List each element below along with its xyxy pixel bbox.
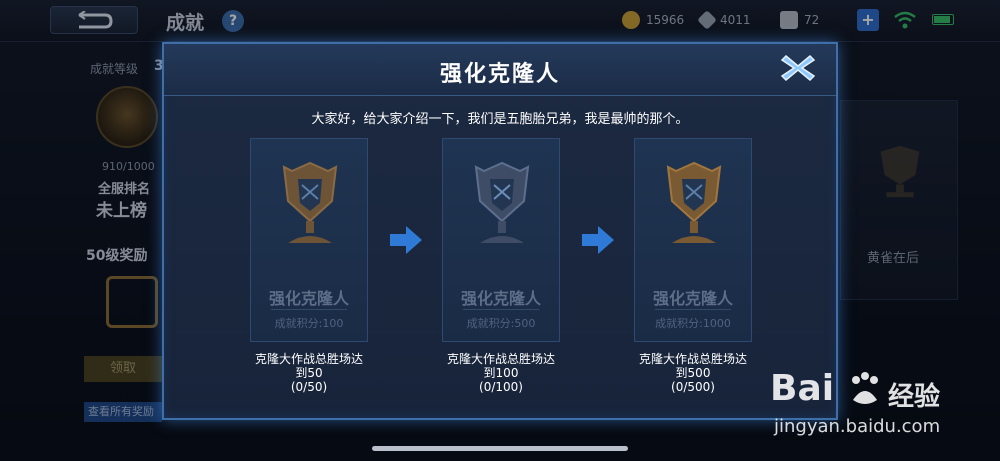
divider	[271, 309, 347, 310]
baidu-watermark: Bai 经验 jingyan.baidu.com	[770, 364, 990, 454]
modal-intro-text: 大家好，给大家介绍一下，我们是五胞胎兄弟，我是最帅的那个。	[311, 112, 689, 127]
modal-title: 强化克隆人	[439, 62, 560, 87]
stage-card-3: 强化克隆人 成就积分:1000	[634, 138, 752, 342]
stage-points: 成就积分:500	[466, 317, 536, 330]
stage-name: 强化克隆人	[268, 289, 349, 308]
condition-target: 到100	[483, 366, 519, 380]
home-indicator[interactable]	[372, 446, 628, 451]
condition-progress: (0/500)	[671, 380, 715, 394]
condition-target: 到500	[675, 366, 711, 380]
condition-line: 克隆大作战总胜场达	[254, 352, 363, 366]
modal-header: 强化克隆人	[164, 44, 836, 96]
silver-trophy-icon	[474, 161, 530, 243]
arrow-right-icon	[582, 226, 614, 254]
bronze-trophy-icon	[282, 161, 338, 243]
divider	[463, 309, 539, 310]
condition-line: 克隆大作战总胜场达	[638, 352, 747, 366]
watermark-brand: Bai	[770, 368, 835, 409]
condition-line: 克隆大作战总胜场达	[446, 352, 555, 366]
divider	[655, 309, 731, 310]
stage-condition-1: 克隆大作战总胜场达 到50 (0/50)	[234, 352, 384, 394]
paw-icon	[852, 372, 878, 404]
condition-progress: (0/100)	[479, 380, 523, 394]
achievement-detail-modal: 强化克隆人 大家好，给大家介绍一下，我们是五胞胎兄弟，我是最帅的那个。 强化克隆…	[162, 42, 838, 420]
watermark-url: jingyan.baidu.com	[774, 416, 941, 437]
stage-condition-2: 克隆大作战总胜场达 到100 (0/100)	[426, 352, 576, 394]
stage-points: 成就积分:100	[274, 317, 344, 330]
watermark-brand-cn: 经验	[888, 382, 941, 412]
stage-name: 强化克隆人	[460, 289, 541, 308]
stage-condition-3: 克隆大作战总胜场达 到500 (0/500)	[618, 352, 768, 394]
stage-name: 强化克隆人	[652, 289, 733, 308]
arrow-right-icon	[390, 226, 422, 254]
close-icon[interactable]	[778, 50, 818, 86]
gold-trophy-icon	[666, 161, 722, 243]
stage-card-2: 强化克隆人 成就积分:500	[442, 138, 560, 342]
condition-target: 到50	[295, 366, 323, 380]
stage-points: 成就积分:1000	[655, 317, 731, 330]
stage-card-1: 强化克隆人 成就积分:100	[250, 138, 368, 342]
condition-progress: (0/50)	[290, 380, 328, 394]
